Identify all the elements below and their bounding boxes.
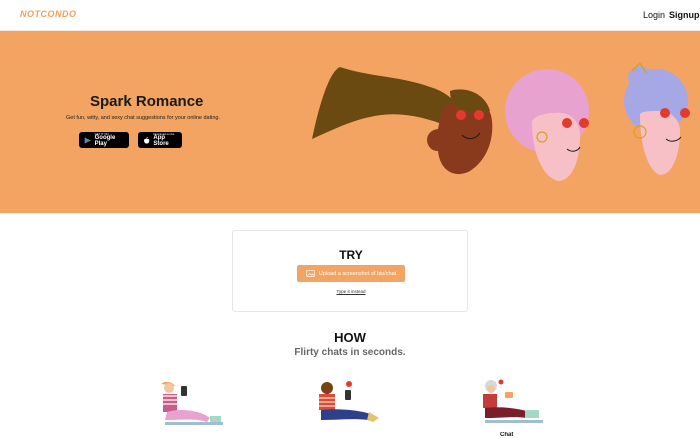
upload-screenshot-button[interactable]: Upload a screenshot of bio/chat [297, 265, 405, 282]
image-upload-icon [306, 270, 315, 277]
how-subtitle: Flirty chats in seconds. [294, 347, 406, 358]
google-play-button[interactable]: GET IT ON Google Play [79, 132, 129, 148]
type-instead-link[interactable]: Type it instead [233, 289, 469, 294]
app-store-button[interactable]: Download on the App Store [138, 132, 182, 148]
step-1-illustration [161, 381, 223, 425]
top-navbar: NOTCONDO Login Signup [0, 0, 700, 31]
google-play-label: Google Play [94, 135, 116, 148]
step-2-illustration [319, 381, 379, 422]
how-title: HOW [334, 330, 366, 345]
upload-label: Upload a screenshot of bio/chat [318, 270, 397, 277]
hero-illustration [312, 62, 690, 181]
hero-subtitle: Get fun, witty, and sexy chat suggestion… [66, 115, 220, 121]
login-link[interactable]: Login [643, 10, 665, 20]
signup-link[interactable]: Signup [669, 10, 700, 20]
try-title: TRY [339, 248, 363, 262]
step-3-illustration [483, 379, 543, 423]
apple-icon [144, 136, 150, 143]
hero-title: Spark Romance [90, 93, 204, 110]
hero-banner: Spark Romance Get fun, witty, and sexy c… [0, 31, 700, 213]
app-store-label: App Store [153, 135, 169, 148]
google-play-icon [84, 136, 91, 144]
step-3-label: Chat [500, 432, 514, 438]
logo[interactable]: NOTCONDO [20, 9, 77, 19]
try-card: TRY Upload a screenshot of bio/chat Type… [232, 230, 468, 312]
